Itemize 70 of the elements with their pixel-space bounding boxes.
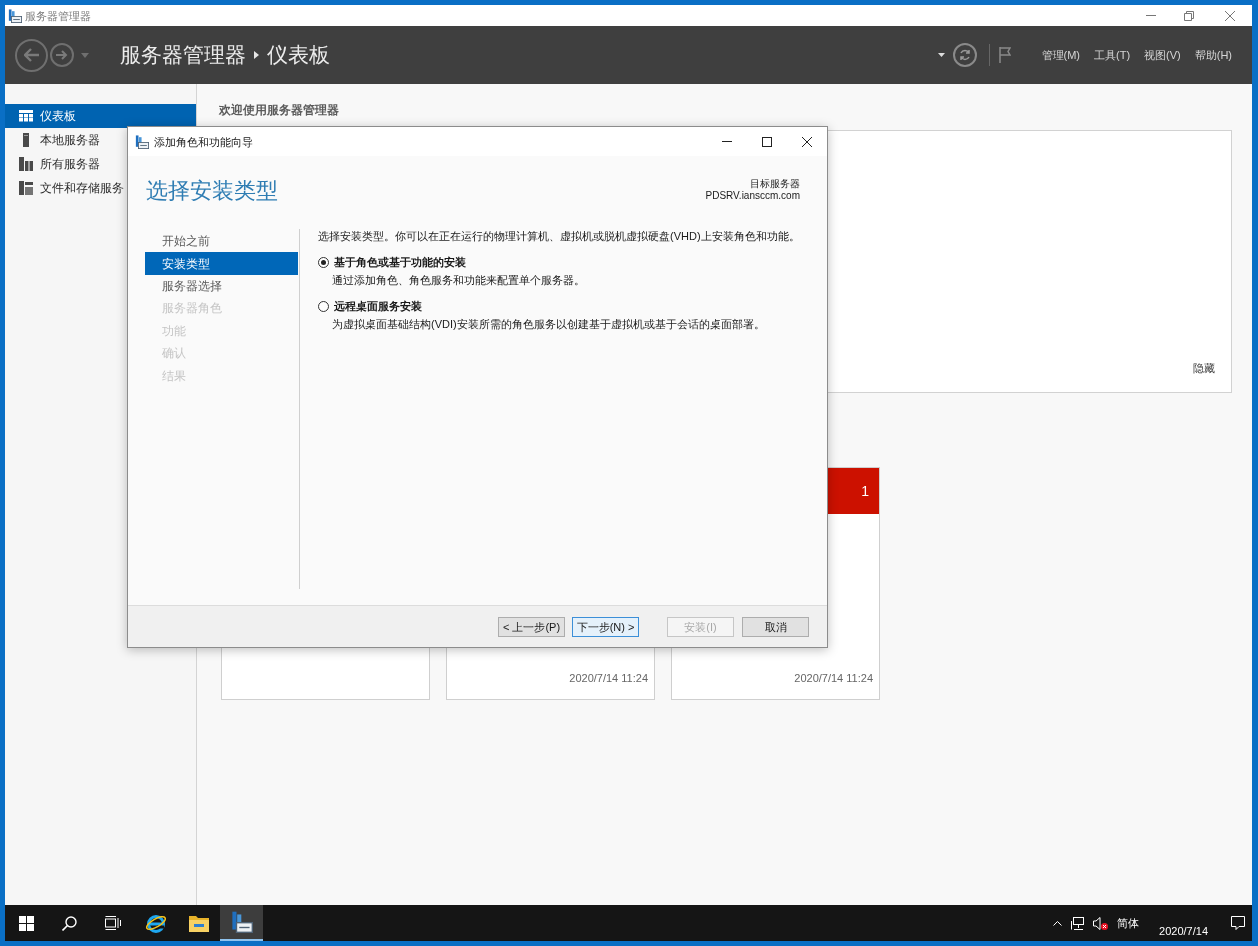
breadcrumb-item[interactable]: 仪表板 bbox=[267, 41, 330, 69]
close-icon bbox=[802, 136, 812, 147]
minimize-icon bbox=[1146, 15, 1156, 16]
task-view-icon bbox=[104, 916, 121, 930]
sidebar-label: 本地服务器 bbox=[40, 132, 100, 148]
speaker-muted-icon bbox=[1092, 916, 1108, 930]
server-icon bbox=[23, 133, 29, 147]
browser-icon bbox=[144, 912, 167, 934]
flag-icon bbox=[998, 47, 1011, 63]
back-arrow-icon bbox=[23, 48, 40, 62]
close-icon bbox=[1225, 10, 1235, 21]
restore-icon bbox=[1184, 10, 1194, 21]
network-icon bbox=[1071, 916, 1086, 930]
target-server-label: 目标服务器 bbox=[750, 178, 800, 190]
refresh-button[interactable] bbox=[952, 43, 977, 67]
window-title: 服务器管理器 bbox=[25, 8, 91, 23]
notification-icon bbox=[1231, 916, 1245, 930]
windows-logo-icon bbox=[19, 915, 34, 931]
wizard-icon bbox=[135, 134, 149, 149]
refresh-icon bbox=[958, 49, 971, 61]
flag-button[interactable] bbox=[997, 46, 1012, 64]
grid-icon bbox=[19, 110, 33, 122]
wizard-step[interactable]: 安装类型 bbox=[145, 252, 298, 275]
menu-item[interactable]: 工具(T) bbox=[1094, 48, 1131, 62]
alert-count: 1 bbox=[861, 482, 869, 500]
taskbar-app-button[interactable] bbox=[220, 905, 263, 941]
option-description: 为虚拟桌面基础结构(VDI)安装所需的角色服务以创建基于虚拟机或基于会话的桌面部署。 bbox=[332, 317, 765, 331]
target-server-name: PDSRV.iansccm.com bbox=[705, 190, 800, 202]
dialog-title: 添加角色和功能向导 bbox=[154, 134, 253, 149]
caret-icon bbox=[81, 52, 89, 58]
sidebar-item[interactable]: 仪表板 bbox=[5, 104, 196, 128]
page-heading: 选择安装类型 bbox=[146, 177, 278, 205]
wizard-button[interactable]: 下一步(N) > bbox=[572, 616, 639, 637]
wizard-step[interactable]: 服务器选择 bbox=[145, 274, 298, 298]
radio-option[interactable]: 远程桌面服务安装 bbox=[318, 299, 422, 313]
sidebar-item[interactable]: 所有服务器 bbox=[5, 152, 196, 176]
option-description: 通过添加角色、角色服务和功能来配置单个服务器。 bbox=[332, 273, 585, 287]
tile-timestamp: 2020/7/14 11:24 bbox=[569, 671, 648, 685]
server-manager-icon bbox=[230, 911, 253, 933]
wizard-button[interactable]: < 上一步(P) bbox=[498, 616, 565, 637]
folder-icon bbox=[188, 914, 209, 932]
caret-icon bbox=[938, 53, 945, 57]
sidebar-label: 文件和存储服务 bbox=[40, 180, 124, 196]
wizard-step[interactable]: 开始之前 bbox=[145, 230, 298, 253]
app-icon bbox=[8, 8, 22, 23]
forward-arrow-icon bbox=[56, 50, 68, 60]
search-icon bbox=[62, 915, 77, 931]
servers-icon bbox=[19, 157, 33, 171]
wizard-button[interactable]: 取消 bbox=[742, 616, 809, 637]
breadcrumb-separator-icon bbox=[254, 51, 259, 59]
storage-icon bbox=[19, 181, 33, 195]
intro-text: 选择安装类型。你可以在正在运行的物理计算机、虚拟机或脱机虚拟硬盘(VHD)上安装角色和功能。 bbox=[318, 229, 800, 243]
breadcrumb-item[interactable]: 服务器管理器 bbox=[120, 41, 246, 69]
menu-item[interactable]: 帮助(H) bbox=[1194, 48, 1232, 62]
maximize-icon bbox=[762, 136, 772, 147]
tile-timestamp: 2020/7/14 11:24 bbox=[794, 671, 873, 685]
hide-link[interactable]: 隐藏 bbox=[1193, 361, 1215, 375]
clock-date[interactable]: 2020/7/14 bbox=[1159, 924, 1208, 938]
forward-button[interactable] bbox=[50, 43, 74, 67]
minimize-icon bbox=[722, 141, 732, 142]
chevron-up-icon bbox=[1052, 920, 1062, 926]
input-method-indicator[interactable]: 简体 bbox=[1117, 916, 1140, 930]
menu-item[interactable]: 视图(V) bbox=[1144, 48, 1181, 62]
back-button[interactable] bbox=[15, 38, 48, 72]
sidebar-label: 所有服务器 bbox=[40, 156, 100, 172]
menu-item[interactable]: 管理(M) bbox=[1041, 48, 1080, 62]
sidebar-label: 仪表板 bbox=[40, 108, 76, 124]
radio-option[interactable]: 基于角色或基于功能的安装 bbox=[318, 255, 466, 269]
welcome-heading: 欢迎使用服务器管理器 bbox=[219, 102, 339, 118]
notifications-dropdown[interactable] bbox=[936, 50, 947, 60]
